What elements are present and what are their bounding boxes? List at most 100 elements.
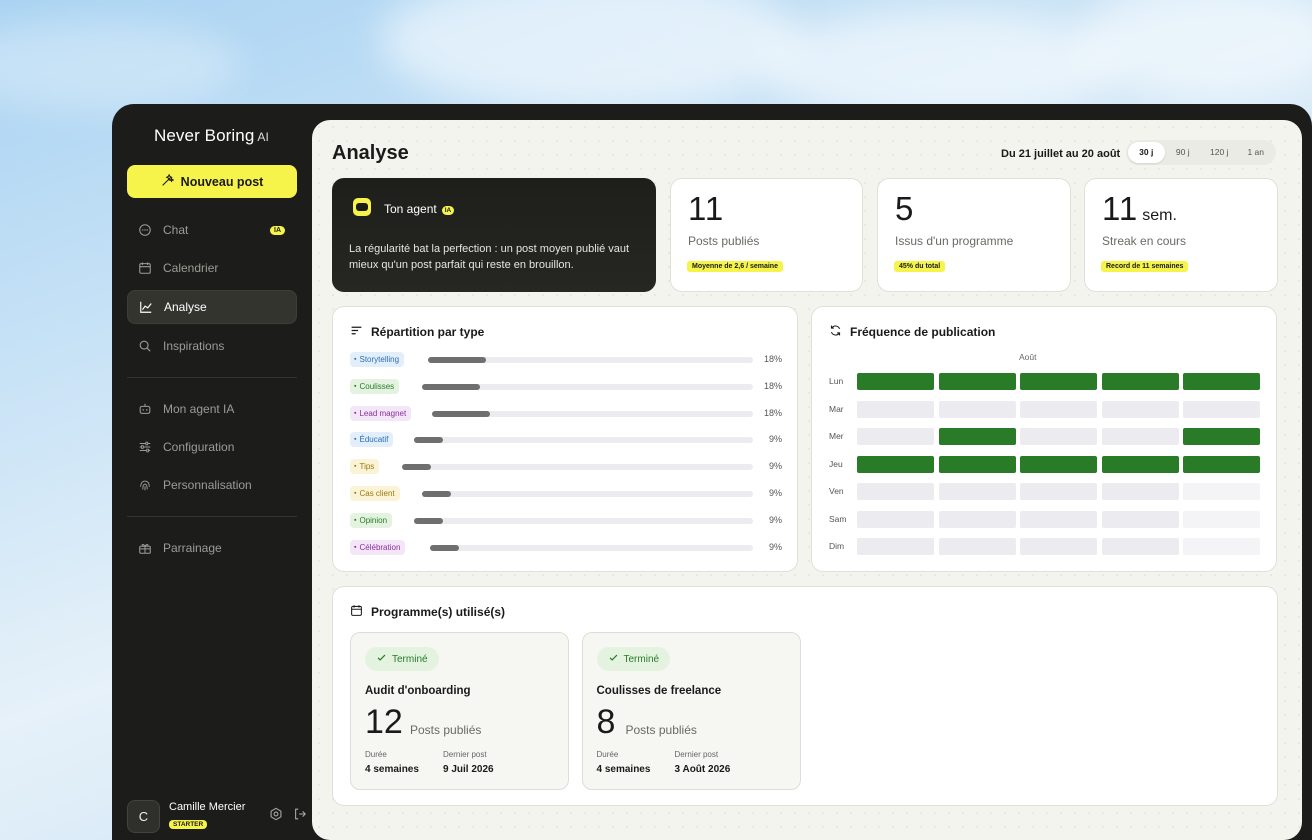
date-range: Du 21 juillet au 20 août (1001, 148, 1121, 160)
status-badge: Terminé (596, 647, 671, 671)
stat-label: Streak en cours (1102, 234, 1187, 248)
program-card[interactable]: Terminé Coulisses de freelance 8 Posts publ… (581, 632, 801, 790)
heatmap-cell[interactable] (1020, 428, 1097, 445)
period-1-year[interactable]: 1 an (1238, 142, 1275, 163)
type-bar-track (432, 410, 753, 417)
agent-tip-card: Ton agent IA La régularité bat la perfect… (332, 178, 656, 292)
chat-bubble-icon (138, 223, 152, 237)
type-label: Tips (359, 462, 375, 472)
heatmap-cell[interactable] (1020, 400, 1097, 418)
type-row: ▪ Coulisses 18% (350, 378, 782, 395)
duration-value: 4 semaines (365, 764, 419, 775)
heatmap-cell[interactable] (938, 510, 1016, 528)
type-label: Coulisses (359, 381, 395, 391)
type-label: Opinion (359, 515, 388, 525)
heatmap-cell[interactable] (857, 483, 934, 500)
heatmap-day-label: Mar (829, 403, 844, 414)
heatmap-cell[interactable] (857, 373, 934, 390)
heatmap-cell[interactable] (857, 428, 934, 445)
heatmap-cell[interactable] (1020, 510, 1097, 528)
heatmap-cell[interactable] (938, 400, 1016, 418)
duration-label: Durée (365, 750, 387, 759)
type-row: ▪ Storytelling 18% (350, 352, 782, 368)
heatmap-cell[interactable] (1183, 400, 1260, 418)
sidebar-item-inspirations[interactable]: Inspirations (127, 329, 297, 363)
sidebar-item-configuration[interactable]: Configuration (127, 430, 297, 464)
heatmap-cell[interactable] (1101, 538, 1179, 555)
sidebar-item-chat[interactable]: Chat IA (127, 213, 297, 247)
heatmap-cell[interactable] (1020, 538, 1097, 555)
sidebar-item-parrainage[interactable]: Parrainage (127, 531, 297, 565)
heatmap-cell[interactable] (938, 538, 1016, 555)
sidebar-item-mon-agent-ia[interactable]: Mon agent IA (127, 392, 297, 426)
type-label: Célébration (359, 542, 401, 552)
type-row: ▪ Tips 9% (350, 459, 782, 475)
sidebar-item-analyse[interactable]: Analyse (127, 290, 297, 324)
page-title: Analyse (332, 142, 409, 164)
magic-wand-icon (161, 173, 175, 190)
sidebar-item-calendrier[interactable]: Calendrier (127, 251, 297, 285)
heatmap-cell[interactable] (1101, 483, 1179, 500)
list-lines-icon (350, 324, 363, 340)
heatmap-cell[interactable] (1101, 428, 1179, 445)
plan-badge: STARTER (169, 820, 208, 829)
program-card[interactable]: Terminé Audit d'onboarding 12 Posts publiés… (350, 632, 569, 790)
heatmap-cell[interactable] (1101, 455, 1179, 473)
fingerprint-icon (138, 478, 152, 492)
heatmap-cell[interactable] (1101, 400, 1179, 418)
user-profile[interactable]: C Camille Mercier STARTER (127, 799, 307, 833)
heatmap-cell[interactable] (938, 373, 1016, 390)
calendar-icon (138, 261, 152, 275)
heatmap-cell[interactable] (1183, 455, 1260, 473)
heatmap-cell[interactable] (1020, 483, 1097, 500)
heatmap-day-label: Ven (829, 486, 844, 496)
brand-logo[interactable]: Never Boring AI (154, 126, 269, 146)
type-label: Storytelling (359, 355, 400, 364)
heatmap-cell[interactable] (857, 510, 934, 528)
heatmap-cell[interactable] (938, 455, 1016, 473)
type-bar-fill (414, 517, 443, 524)
period-120-days[interactable]: 120 j (1201, 142, 1238, 163)
sidebar-divider (127, 516, 297, 517)
heatmap-cell[interactable] (1183, 428, 1260, 445)
new-post-button[interactable]: Nouveau post (127, 165, 297, 198)
message-icon: ▪ (354, 516, 357, 524)
type-row: ▪ Célébration 9% (350, 539, 782, 556)
type-tag: ▪ Célébration (350, 539, 406, 555)
logout-icon[interactable] (293, 807, 307, 826)
heatmap-cell[interactable] (1183, 483, 1260, 500)
heatmap-cell[interactable] (1183, 373, 1260, 390)
period-90-days[interactable]: 90 j (1165, 142, 1202, 163)
heatmap-cell[interactable] (857, 455, 934, 473)
publication-frequency-card: Fréquence de publication Août Lun Mar Mer J… (811, 306, 1277, 572)
type-bar-track (422, 383, 753, 390)
heatmap-day-label: Lun (829, 376, 844, 386)
period-30-days[interactable]: 30 j (1128, 142, 1165, 163)
type-bar-fill (432, 410, 490, 417)
sidebar-item-personnalisation[interactable]: Personnalisation (127, 468, 297, 502)
main-content: Analyse Du 21 juillet au 20 août 30 j 90… (312, 120, 1302, 840)
heatmap-cell[interactable] (857, 538, 934, 555)
heatmap-day-label: Jeu (829, 458, 843, 469)
program-count: 12 (365, 703, 403, 741)
type-bar-fill (428, 357, 486, 363)
type-row: ▪ Cas client 9% (350, 486, 782, 502)
status-badge: Terminé (365, 647, 439, 671)
heatmap-cell[interactable] (1183, 510, 1260, 528)
heatmap-cell[interactable] (1101, 373, 1179, 390)
settings-gear-icon[interactable] (269, 807, 283, 826)
sliders-icon (138, 440, 152, 454)
heatmap-cell[interactable] (1020, 373, 1097, 390)
type-bar-track (402, 464, 753, 471)
heatmap-cell[interactable] (1020, 455, 1097, 473)
period-selector: 30 j 90 j 120 j 1 an (1126, 140, 1276, 165)
program-count-label: Posts publiés (625, 723, 697, 737)
heatmap-cell[interactable] (938, 428, 1016, 445)
heatmap-cell[interactable] (1183, 538, 1260, 555)
heatmap-month-label: Août (1019, 352, 1037, 362)
agent-message: La régularité bat la perfection : un pos… (349, 243, 630, 271)
heatmap-cell[interactable] (857, 400, 934, 418)
type-tag: ▪ Tips (350, 459, 380, 475)
heatmap-cell[interactable] (1101, 510, 1179, 528)
heatmap-cell[interactable] (938, 483, 1016, 500)
